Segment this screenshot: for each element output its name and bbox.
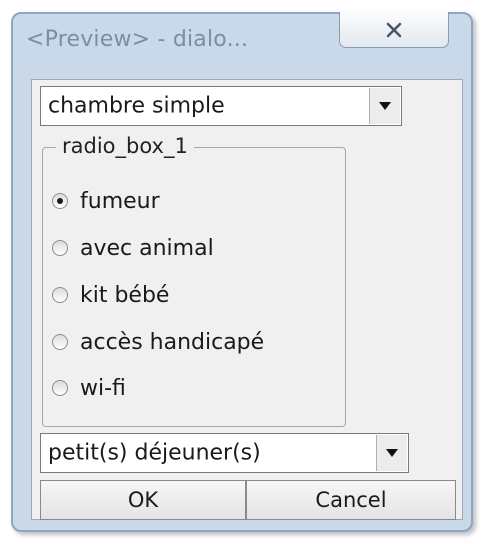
radio-option-label: accès handicapé [80, 329, 265, 355]
radio-button[interactable] [52, 380, 68, 396]
room-type-dropdown[interactable]: chambre simple [40, 86, 402, 126]
close-icon [386, 22, 402, 37]
ok-button[interactable]: OK [40, 480, 246, 520]
radio-option-acces-handicape[interactable]: accès handicapé [52, 324, 264, 360]
window-title: <Preview> - dialo... [26, 27, 249, 52]
room-type-dropdown-button[interactable] [369, 88, 400, 124]
radio-option-kit-bebe[interactable]: kit bébé [52, 277, 169, 313]
breakfast-dropdown-button[interactable] [376, 435, 407, 471]
radio-button[interactable] [52, 287, 68, 303]
radio-option-fumeur[interactable]: fumeur [52, 183, 160, 219]
radio-button[interactable] [52, 334, 68, 350]
breakfast-value: petit(s) déjeuner(s) [48, 440, 261, 466]
radio-dot [57, 198, 63, 204]
radio-option-label: kit bébé [80, 282, 170, 308]
radio-option-label: avec animal [80, 235, 214, 261]
radio-option-label: fumeur [80, 188, 160, 214]
radio-option-label: wi-fi [80, 375, 126, 401]
radio-option-wifi[interactable]: wi-fi [52, 370, 126, 406]
radio-group-label: radio_box_1 [56, 134, 194, 158]
close-button[interactable] [339, 12, 449, 48]
chevron-down-icon [386, 449, 398, 457]
chevron-down-icon [379, 102, 391, 110]
cancel-button[interactable]: Cancel [246, 480, 456, 520]
radio-button[interactable] [52, 240, 68, 256]
radio-button-selected[interactable] [52, 193, 68, 209]
breakfast-dropdown[interactable]: petit(s) déjeuner(s) [40, 433, 409, 473]
room-type-value: chambre simple [48, 93, 225, 119]
radio-option-avec-animal[interactable]: avec animal [52, 230, 214, 266]
